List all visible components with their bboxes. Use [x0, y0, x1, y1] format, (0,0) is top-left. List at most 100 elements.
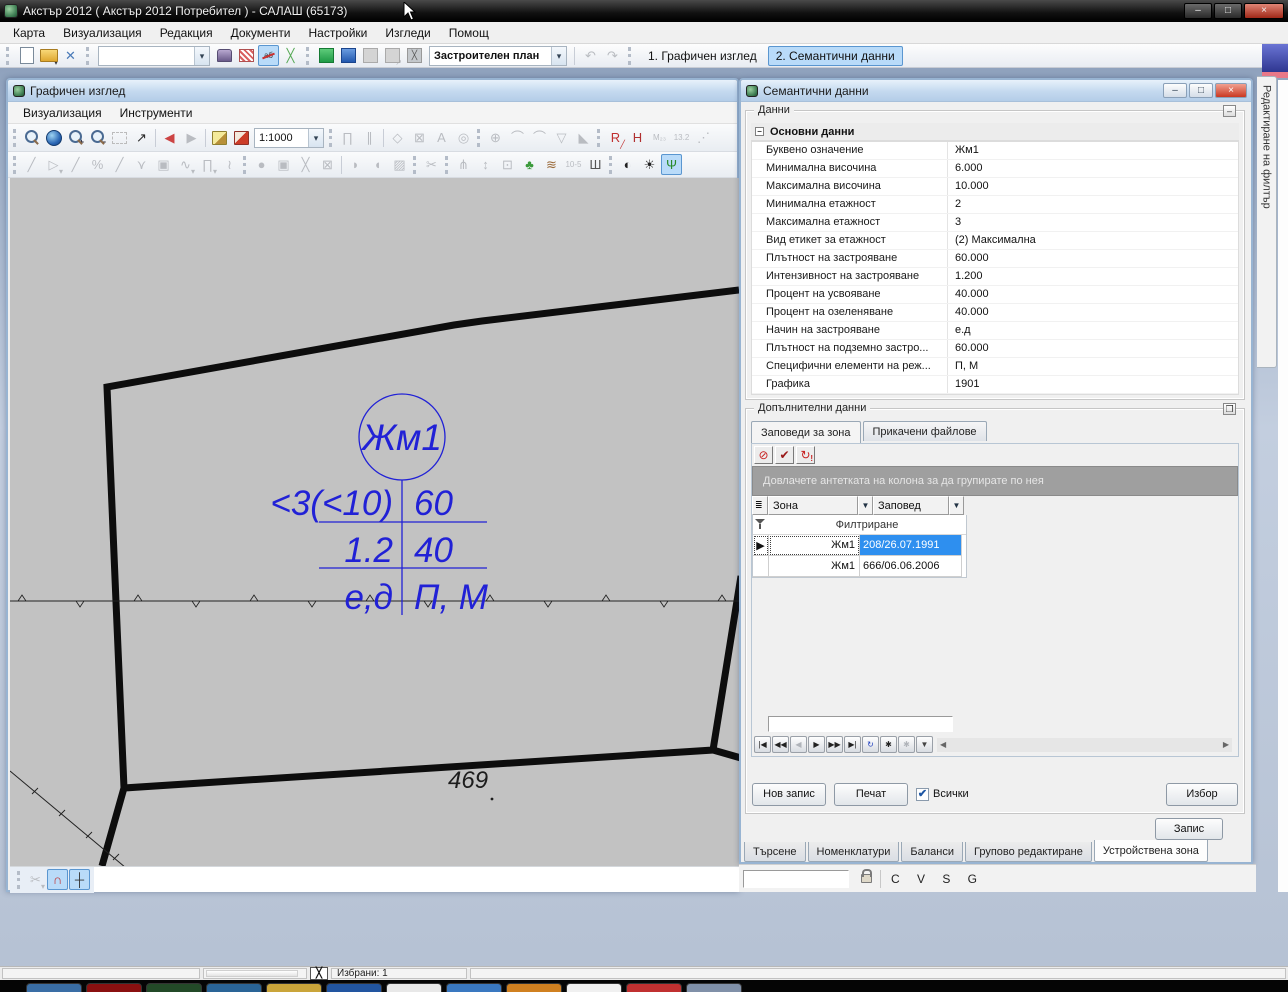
section-header[interactable]: − Основни данни	[751, 123, 1239, 141]
property-row[interactable]: Буквено означение Жм1	[752, 142, 1238, 160]
label-132-icon[interactable]: 13.2	[671, 127, 692, 148]
menu-item[interactable]: Изгледи	[376, 24, 439, 42]
pan-icon[interactable]: ↗	[131, 127, 152, 148]
taskbar-item-11[interactable]	[626, 983, 682, 992]
scale-combobox[interactable]: 1:1000▾	[254, 128, 324, 148]
gauge-icon[interactable]: ⊡	[497, 154, 518, 175]
expand-group-button[interactable]: ❒	[1223, 403, 1236, 415]
property-row[interactable]: Вид етикет за етажност (2) Максимална	[752, 232, 1238, 250]
confirm-edit-icon[interactable]: ✔	[775, 446, 794, 464]
menu-item[interactable]: Настройки	[300, 24, 377, 42]
swap-direction-icon[interactable]: %	[87, 154, 108, 175]
taskbar-item-7[interactable]	[386, 983, 442, 992]
area-icon[interactable]: ●	[251, 154, 272, 175]
close-view-icon[interactable]: ╳	[404, 45, 425, 66]
draw-arc3-icon[interactable]: ⌒	[529, 127, 550, 148]
collapse-section-icon[interactable]: −	[755, 127, 764, 136]
property-row[interactable]: Специфични елементи на реж... П, М	[752, 358, 1238, 376]
toolbar-grip[interactable]	[86, 47, 91, 65]
bottom-tab[interactable]: Групово редактиране	[965, 842, 1092, 862]
first-record-icon[interactable]: |◀	[754, 736, 771, 753]
zone-code-label[interactable]: Жм1	[360, 417, 442, 458]
property-row[interactable]: Процент на усвояване 40.000	[752, 286, 1238, 304]
order-cell[interactable]: 666/06.06.2006	[860, 556, 962, 577]
view-forward-icon[interactable]: ▶	[181, 127, 202, 148]
half-fill-icon[interactable]: ◖	[367, 154, 388, 175]
area-box-icon[interactable]: ▣	[273, 154, 294, 175]
labels-check-icon[interactable]: аб	[258, 45, 279, 66]
restore-button[interactable]: □	[1189, 83, 1213, 98]
property-row[interactable]: Начин на застрояване е.д	[752, 322, 1238, 340]
open-folder-icon[interactable]: ▾	[38, 45, 59, 66]
column-header-zone[interactable]: Зона	[768, 496, 858, 515]
delete-box-icon[interactable]: ⊠	[317, 154, 338, 175]
smooth-icon[interactable]: ≀	[219, 154, 240, 175]
draw-node-icon[interactable]: ∏	[337, 127, 358, 148]
label-m23-icon[interactable]: M₂₃	[649, 127, 670, 148]
new-record-button[interactable]: Нов запис	[752, 783, 826, 806]
new-view-blue-icon[interactable]	[338, 45, 359, 66]
detach-view-icon[interactable]: ↗	[382, 45, 403, 66]
taskbar-item-6[interactable]	[326, 983, 382, 992]
graphic-window-titlebar[interactable]: Графичен изглед	[8, 80, 737, 102]
collapse-group-button[interactable]: –	[1223, 105, 1236, 117]
save-button[interactable]: Запис	[1155, 818, 1223, 840]
duplicate-view-icon[interactable]	[360, 45, 381, 66]
property-row[interactable]: Графика 1901	[752, 376, 1238, 394]
move-point-icon[interactable]: ▷▾	[43, 154, 64, 175]
next-record-icon[interactable]: ▶	[808, 736, 825, 753]
property-row[interactable]: Минимална височина 6.000	[752, 160, 1238, 178]
fork-icon[interactable]: ⋔	[453, 154, 474, 175]
property-row[interactable]: Плътност на подземно застро... 60.000	[752, 340, 1238, 358]
property-row[interactable]: Максимална височина 10.000	[752, 178, 1238, 196]
taskbar-item-4[interactable]	[206, 983, 262, 992]
view-switch-button[interactable]: 2. Семантични данни	[768, 46, 903, 66]
navigator-scrollbar[interactable]: ◀▶	[937, 738, 1232, 752]
undo-icon[interactable]: ↶	[580, 45, 601, 66]
scroll-right-icon[interactable]: ▶	[1223, 740, 1229, 749]
path-curve-icon[interactable]: ∿▾	[175, 154, 196, 175]
view-switch-button[interactable]: 1. Графичен изглед	[640, 46, 765, 66]
refresh-data-icon[interactable]: ↻!	[796, 446, 815, 464]
zone-filter-dropdown-icon[interactable]: ▼	[858, 496, 873, 515]
new-document-icon[interactable]	[16, 45, 37, 66]
last-record-icon[interactable]: ▶|	[844, 736, 861, 753]
hatch-lines-icon[interactable]: ⋰	[693, 127, 714, 148]
filter-records-icon[interactable]: ▼	[916, 736, 933, 753]
cut-icon[interactable]: ✂	[421, 154, 442, 175]
order-cell-selected[interactable]: 208/26.07.1991	[860, 535, 962, 556]
append-record-icon[interactable]: ✱	[898, 736, 915, 753]
taskbar-item-start[interactable]	[26, 983, 82, 992]
view-back-icon[interactable]: ◀	[159, 127, 180, 148]
taskbar-item-2[interactable]	[86, 983, 142, 992]
filter-row[interactable]: Филтриране	[753, 515, 966, 535]
taskbar-item-5[interactable]	[266, 983, 322, 992]
fill-icon[interactable]: ◗	[345, 154, 366, 175]
next-page-icon[interactable]: ▶▶	[826, 736, 843, 753]
regulation-line-icon[interactable]: R╱	[605, 127, 626, 148]
prev-record-icon[interactable]: ◀	[790, 736, 807, 753]
property-row[interactable]: Минимална етажност 2	[752, 196, 1238, 214]
column-header-order[interactable]: Заповед	[873, 496, 949, 515]
redo-icon[interactable]: ↷	[602, 45, 623, 66]
cancel-selection-icon[interactable]: ╳	[310, 967, 328, 980]
layer-combobox[interactable]: ▾	[98, 46, 210, 66]
snap-magnet-icon[interactable]: ∩	[47, 869, 68, 890]
order-row[interactable]: Жм1 666/06.06.2006	[753, 556, 966, 577]
new-view-green-icon[interactable]	[316, 45, 337, 66]
cancel-edit-icon[interactable]: ⊘	[754, 446, 773, 464]
close-button[interactable]: ×	[1244, 3, 1284, 19]
menu-item[interactable]: Карта	[4, 24, 54, 42]
all-checkbox[interactable]: ✔	[916, 788, 929, 801]
grid-green-icon[interactable]: ╳	[280, 45, 301, 66]
bottom-tab[interactable]: Устройствена зона	[1094, 840, 1208, 862]
redraw-brush-icon[interactable]	[231, 127, 252, 148]
snap-down-icon[interactable]: ⋎	[131, 154, 152, 175]
toolbar-grip[interactable]	[6, 47, 11, 65]
menu-item[interactable]: Редакция	[151, 24, 222, 42]
vertical-measure-icon[interactable]: ↕	[475, 154, 496, 175]
title-bar[interactable]: Акстър 2012 ( Акстър 2012 Потребител ) -…	[0, 0, 1288, 22]
edit-vertex-icon[interactable]: ╱	[65, 154, 86, 175]
brightness-icon[interactable]: ☀	[639, 154, 660, 175]
tab[interactable]: Заповеди за зона	[751, 421, 861, 443]
